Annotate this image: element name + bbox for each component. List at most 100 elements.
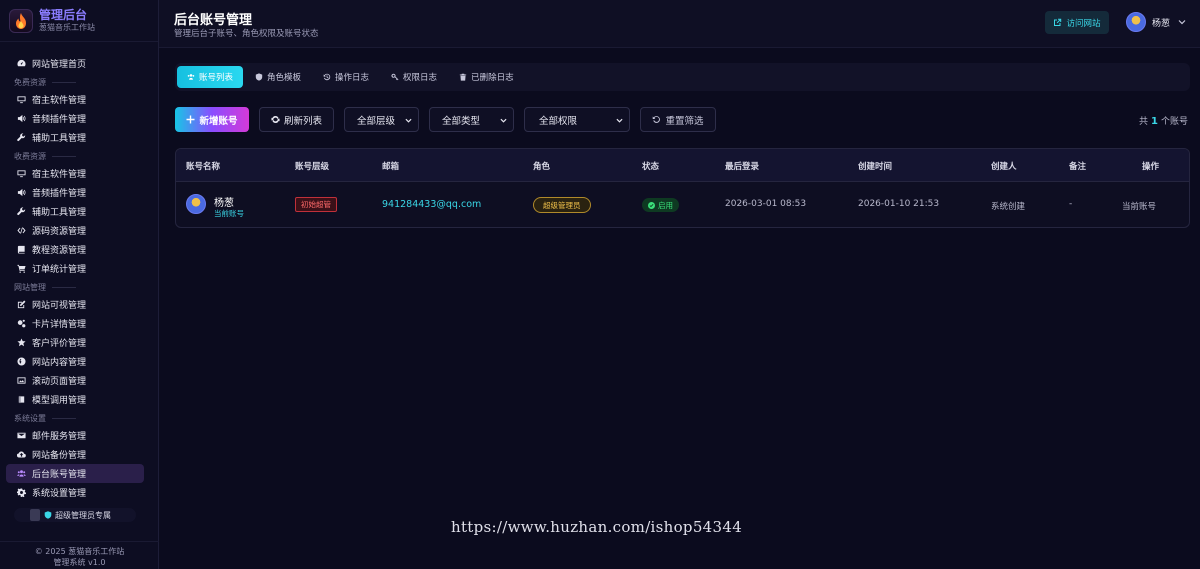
column-header: 创建时间 — [858, 162, 893, 172]
column-header: 备注 — [1069, 162, 1087, 172]
sidebar-item-site-scroll[interactable]: 滚动页面管理 — [6, 371, 144, 390]
sidebar-item-paid-tools[interactable]: 辅助工具管理 — [6, 202, 144, 221]
column-header: 账号层级 — [295, 162, 330, 172]
sidebar-nav: 网站管理首页 免费资源 宿主软件管理 音频插件管理 辅助工具管理 收费资源 宿主… — [0, 42, 158, 522]
tab-operation-log[interactable]: 操作日志 — [313, 66, 379, 88]
monitor-icon — [16, 95, 26, 105]
gear-icon — [16, 488, 26, 498]
section-system: 系统设置 — [0, 411, 158, 426]
users-icon — [16, 469, 26, 479]
tab-permission-log[interactable]: 权限日志 — [381, 66, 447, 88]
column-header: 创建人 — [991, 162, 1017, 172]
sidebar-item-site-reviews[interactable]: 客户评价管理 — [6, 333, 144, 352]
sidebar-item-site-content[interactable]: 网站内容管理 — [6, 352, 144, 371]
column-header: 状态 — [642, 162, 660, 172]
refresh-list-button[interactable]: 刷新列表 — [259, 107, 334, 132]
sidebar-item-paid-orders[interactable]: 订单统计管理 — [6, 259, 144, 278]
user-menu[interactable]: 杨葱 — [1126, 12, 1186, 32]
page-title: 后台账号管理 — [174, 13, 253, 28]
sidebar-item-free-host[interactable]: 宿主软件管理 — [6, 90, 144, 109]
column-header: 账号名称 — [186, 162, 221, 172]
sidebar-item-sys-backup[interactable]: 网站备份管理 — [6, 445, 144, 464]
visit-site-button[interactable]: 访问网站 — [1045, 11, 1109, 34]
key-icon — [391, 73, 399, 81]
chevron-down-icon — [1178, 20, 1186, 25]
add-account-button[interactable]: 新增账号 — [175, 107, 249, 132]
sidebar-item-site-visual[interactable]: 网站可视管理 — [6, 295, 144, 314]
vip-badge: 超级管理员专属 — [14, 508, 136, 522]
permission-filter-select[interactable]: 全部权限 — [524, 107, 630, 132]
current-account-tag: 当前账号 — [214, 209, 244, 218]
shield-icon — [44, 511, 52, 519]
reset-filter-button[interactable]: 重置筛选 — [640, 107, 716, 132]
chevron-down-icon — [616, 118, 623, 123]
trash-icon — [459, 73, 467, 81]
sidebar-item-paid-plugin[interactable]: 音频插件管理 — [6, 183, 144, 202]
sidebar-item-site-model[interactable]: 模型调用管理 — [6, 390, 144, 409]
footer-copyright: © 2025 葱猫音乐工作站 — [34, 547, 125, 556]
account-count-value: 1 — [1151, 116, 1158, 127]
sidebar-item-home[interactable]: 网站管理首页 — [6, 54, 144, 73]
type-filter-select[interactable]: 全部类型 — [429, 107, 514, 132]
tab-deleted-log[interactable]: 已删除日志 — [449, 66, 524, 88]
accounts-table: 账号名称 账号层级 邮箱 角色 状态 最后登录 创建时间 创建人 备注 操作 杨… — [175, 148, 1190, 228]
sidebar-item-paid-tutorial[interactable]: 教程资源管理 — [6, 240, 144, 259]
chevron-down-icon — [405, 118, 412, 123]
section-free: 免费资源 — [0, 75, 158, 90]
image-icon — [16, 376, 26, 386]
tab-account-list[interactable]: 账号列表 — [177, 66, 244, 88]
footer-version: 管理系统 v1.0 — [53, 558, 106, 567]
sidebar-item-free-tools[interactable]: 辅助工具管理 — [6, 128, 144, 147]
globe-icon — [16, 357, 26, 367]
column-header: 操作 — [1142, 162, 1160, 172]
brand-subtitle: 葱猫音乐工作站 — [39, 23, 95, 32]
sidebar-item-sys-settings[interactable]: 系统设置管理 — [6, 483, 144, 502]
monitor-icon — [16, 169, 26, 179]
column-header: 邮箱 — [382, 162, 400, 172]
sidebar-item-paid-source[interactable]: 源码资源管理 — [6, 221, 144, 240]
tab-bar: 账号列表 角色模板 操作日志 权限日志 已删除日志 — [175, 63, 1190, 91]
wrench-icon — [16, 133, 26, 143]
cogs-icon — [16, 319, 26, 329]
sidebar-item-sys-accounts[interactable]: 后台账号管理 — [6, 464, 144, 483]
row-action: 当前账号 — [1122, 202, 1157, 212]
check-circle-icon — [648, 201, 655, 209]
cart-icon — [16, 264, 26, 274]
user-name: 杨葱 — [1152, 18, 1171, 29]
sidebar-item-sys-mail[interactable]: 邮件服务管理 — [6, 426, 144, 445]
section-paid: 收费资源 — [0, 149, 158, 164]
level-filter-select[interactable]: 全部层级 — [344, 107, 419, 132]
undo-icon — [653, 116, 661, 123]
page-subtitle: 管理后台子账号、角色权限及账号状态 — [174, 29, 319, 39]
level-badge: 初始超管 — [295, 197, 337, 212]
vip-label: 超级管理员专属 — [55, 510, 111, 520]
table-row[interactable]: 杨葱 当前账号 初始超管 941284433@qq.com 超级管理员 启用 2… — [176, 182, 1189, 227]
status-badge: 启用 — [642, 198, 679, 212]
brand-title: 管理后台 — [39, 8, 88, 22]
sidebar-item-label: 网站管理首页 — [32, 60, 87, 70]
plus-icon — [186, 115, 195, 124]
account-count: 共 1 个账号 — [1139, 116, 1188, 127]
speaker-icon — [16, 114, 26, 124]
last-login: 2026-03-01 08:53 — [725, 199, 807, 209]
book-icon — [16, 245, 26, 255]
sidebar-item-paid-host[interactable]: 宿主软件管理 — [6, 164, 144, 183]
flame-logo-icon — [9, 8, 33, 33]
mail-icon — [16, 431, 26, 441]
column-header: 最后登录 — [725, 162, 760, 172]
sidebar-footer: © 2025 葱猫音乐工作站 管理系统 v1.0 — [0, 541, 159, 569]
history-icon — [323, 73, 331, 81]
shield-icon — [255, 73, 263, 81]
tab-role-templates[interactable]: 角色模板 — [245, 66, 311, 88]
brand[interactable]: 管理后台 葱猫音乐工作站 — [0, 0, 158, 42]
star-icon — [16, 338, 26, 348]
sidebar-item-free-plugin[interactable]: 音频插件管理 — [6, 109, 144, 128]
role-badge: 超级管理员 — [533, 197, 591, 213]
toolbar: 新增账号 刷新列表 全部层级 全部类型 全部权限 重置筛选 — [175, 107, 726, 132]
sidebar-item-site-cards[interactable]: 卡片详情管理 — [6, 314, 144, 333]
code-icon — [16, 226, 26, 236]
watermark-text: https://www.huzhan.com/ishop54344 — [451, 518, 743, 536]
avatar — [186, 194, 206, 214]
users-icon — [187, 74, 195, 80]
wrench-icon — [16, 207, 26, 217]
